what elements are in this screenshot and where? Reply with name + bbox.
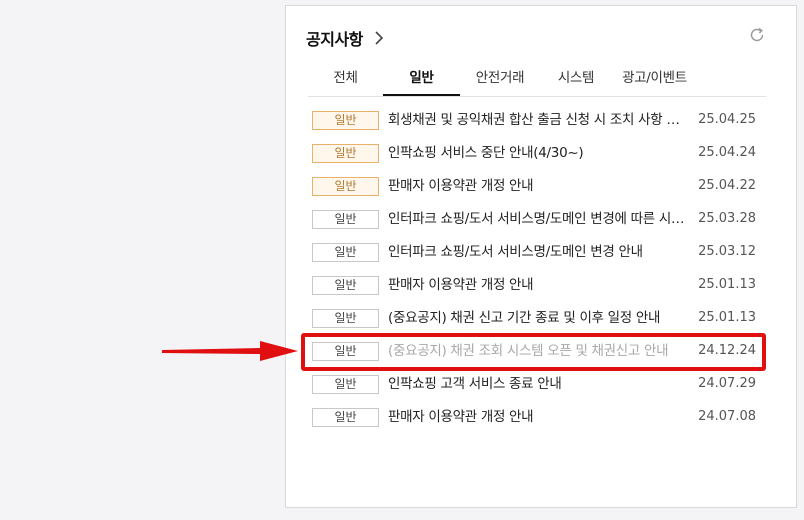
notice-subject[interactable]: (중요공지) 채권 조회 시스템 오픈 및 채권신고 안내 — [388, 341, 698, 361]
notice-date: 24.07.29 — [698, 376, 756, 391]
notice-date: 25.01.13 — [698, 277, 756, 292]
category-badge: 일반 — [312, 309, 379, 328]
tab-all[interactable]: 전체 — [308, 64, 383, 96]
notice-date: 25.04.24 — [698, 145, 756, 160]
list-item[interactable]: 일반 판매자 이용약관 개정 안내 25.04.22 — [312, 173, 762, 206]
tab-ad-event[interactable]: 광고/이벤트 — [612, 64, 697, 96]
category-badge: 일반 — [312, 276, 379, 295]
category-badge: 일반 — [312, 210, 379, 229]
notice-date: 24.12.24 — [698, 343, 756, 358]
tab-safe-trade[interactable]: 안전거래 — [460, 64, 540, 96]
panel-header: 공지사항 — [306, 26, 387, 50]
notice-subject[interactable]: 인팍쇼핑 서비스 중단 안내(4/30~) — [388, 143, 698, 163]
tab-bar: 전체 일반 안전거래 시스템 광고/이벤트 — [308, 64, 766, 97]
tab-system[interactable]: 시스템 — [540, 64, 612, 96]
list-item[interactable]: 일반 판매자 이용약관 개정 안내 24.07.08 — [312, 404, 762, 437]
tab-general[interactable]: 일반 — [383, 64, 460, 96]
list-item[interactable]: 일반 인팍쇼핑 서비스 중단 안내(4/30~) 25.04.24 — [312, 140, 762, 173]
notice-subject[interactable]: 인터파크 쇼핑/도서 서비스명/도메인 변경에 따른 시… — [388, 209, 698, 229]
category-badge: 일반 — [312, 408, 379, 427]
notice-subject[interactable]: 판매자 이용약관 개정 안내 — [388, 407, 698, 427]
list-item[interactable]: 일반 회생채권 및 공익채권 합산 출금 신청 시 조치 사항 … 25.04.… — [312, 107, 762, 140]
notice-date: 25.04.25 — [698, 112, 756, 127]
category-badge: 일반 — [312, 342, 379, 361]
notice-panel: 공지사항 전체 일반 안전거래 시스템 광고/이벤트 일반 회생채권 및 공익채… — [285, 5, 797, 508]
chevron-right-icon[interactable] — [371, 30, 387, 46]
notice-date: 25.01.13 — [698, 310, 756, 325]
notice-subject[interactable]: 회생채권 및 공익채권 합산 출금 신청 시 조치 사항 … — [388, 110, 698, 130]
notice-subject[interactable]: (중요공지) 채권 신고 기간 종료 및 이후 일정 안내 — [388, 308, 698, 328]
notice-date: 24.07.08 — [698, 409, 756, 424]
red-arrow-icon — [162, 341, 298, 361]
notice-subject[interactable]: 판매자 이용약관 개정 안내 — [388, 275, 698, 295]
category-badge: 일반 — [312, 375, 379, 394]
list-item[interactable]: 일반 인터파크 쇼핑/도서 서비스명/도메인 변경 안내 25.03.12 — [312, 239, 762, 272]
list-item[interactable]: 일반 판매자 이용약관 개정 안내 25.01.13 — [312, 272, 762, 305]
category-badge: 일반 — [312, 243, 379, 262]
panel-title[interactable]: 공지사항 — [306, 26, 363, 50]
list-item[interactable]: 일반 (중요공지) 채권 신고 기간 종료 및 이후 일정 안내 25.01.1… — [312, 305, 762, 338]
category-badge: 일반 — [312, 111, 379, 130]
notice-date: 25.03.28 — [698, 211, 756, 226]
notice-subject[interactable]: 판매자 이용약관 개정 안내 — [388, 176, 698, 196]
refresh-icon[interactable] — [748, 26, 766, 44]
notice-date: 25.04.22 — [698, 178, 756, 193]
category-badge: 일반 — [312, 177, 379, 196]
notice-subject[interactable]: 인터파크 쇼핑/도서 서비스명/도메인 변경 안내 — [388, 242, 698, 262]
notice-subject[interactable]: 인팍쇼핑 고객 서비스 종료 안내 — [388, 374, 698, 394]
list-item[interactable]: 일반 인팍쇼핑 고객 서비스 종료 안내 24.07.29 — [312, 371, 762, 404]
notice-list: 일반 회생채권 및 공익채권 합산 출금 신청 시 조치 사항 … 25.04.… — [312, 107, 762, 437]
notice-date: 25.03.12 — [698, 244, 756, 259]
list-item[interactable]: 일반 인터파크 쇼핑/도서 서비스명/도메인 변경에 따른 시… 25.03.2… — [312, 206, 762, 239]
category-badge: 일반 — [312, 144, 379, 163]
list-item-highlighted[interactable]: 일반 (중요공지) 채권 조회 시스템 오픈 및 채권신고 안내 24.12.2… — [312, 338, 762, 371]
